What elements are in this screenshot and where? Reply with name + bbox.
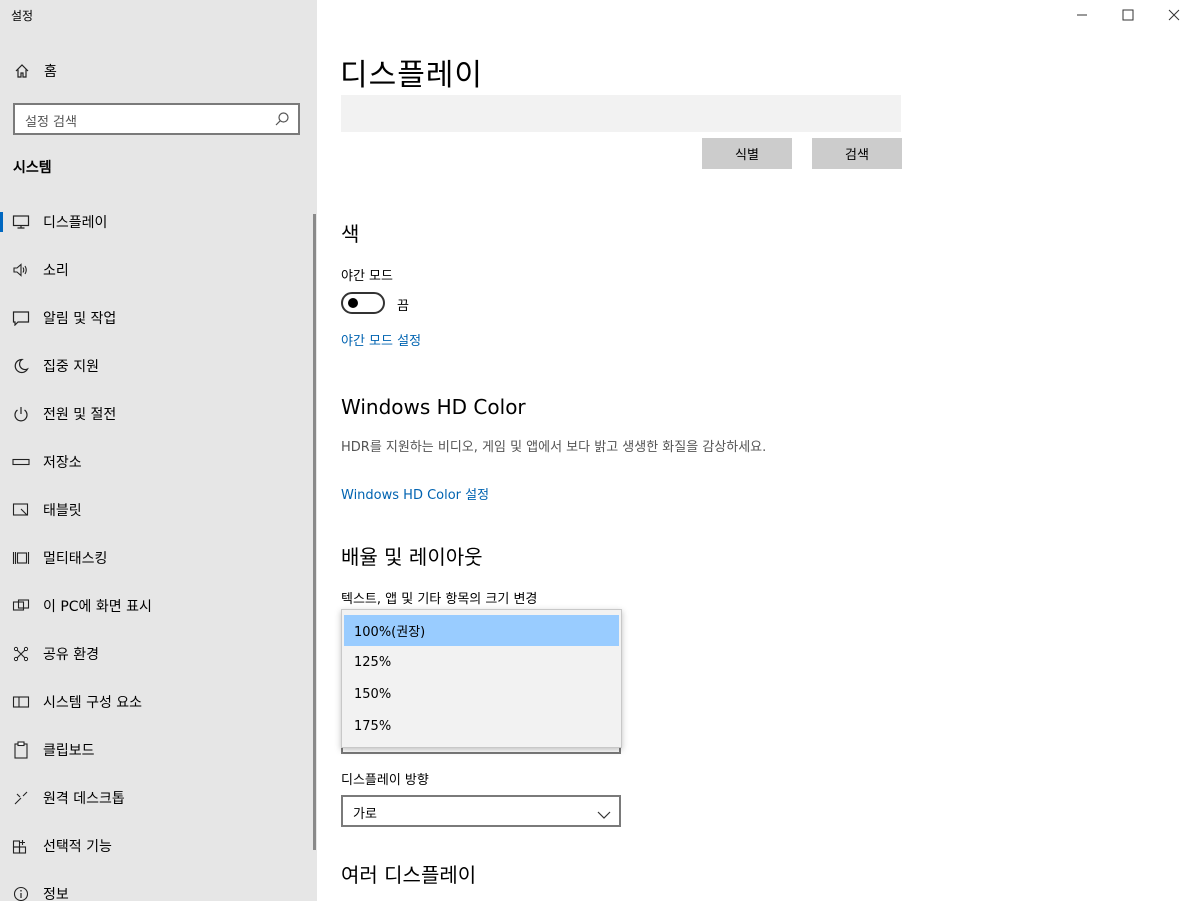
info-icon xyxy=(11,884,31,901)
night-light-state: 끔 xyxy=(397,299,409,314)
sidebar-item-label: 저장소 xyxy=(43,455,82,471)
home-label: 홈 xyxy=(44,64,57,80)
identify-button[interactable]: 식별 xyxy=(702,138,792,169)
search-icon[interactable] xyxy=(274,111,290,127)
orientation-label: 디스플레이 방향 xyxy=(341,773,429,788)
sidebar-item-optional-features[interactable]: 선택적 기능 xyxy=(0,824,310,868)
sidebar-item-label: 소리 xyxy=(43,263,69,279)
hdr-settings-link[interactable]: Windows HD Color 설정 xyxy=(341,484,489,503)
sidebar-item-label: 멀티태스킹 xyxy=(43,551,108,567)
sidebar-item-multitasking[interactable]: 멀티태스킹 xyxy=(0,536,310,580)
sidebar-item-label: 디스플레이 xyxy=(43,215,108,231)
display-arrangement-area xyxy=(341,95,901,132)
settings-search-input[interactable]: 설정 검색 xyxy=(13,103,300,135)
sidebar-item-label: 클립보드 xyxy=(43,743,95,759)
project-icon xyxy=(11,596,31,616)
minimize-button[interactable] xyxy=(1059,0,1105,30)
sidebar: 설정 홈 설정 검색 시스템 디스플레이 소리 알림 및 작업 집중 지원 전원… xyxy=(0,0,317,901)
sidebar-scrollbar[interactable] xyxy=(313,214,316,850)
maximize-button[interactable] xyxy=(1105,0,1151,30)
sidebar-item-clipboard[interactable]: 클립보드 xyxy=(0,728,310,772)
night-light-label: 야간 모드 xyxy=(341,269,393,284)
sidebar-item-notifications[interactable]: 알림 및 작업 xyxy=(0,296,310,340)
home-icon xyxy=(13,62,31,80)
sidebar-item-label: 집중 지원 xyxy=(43,359,99,375)
app-title: 설정 xyxy=(11,9,34,23)
chevron-down-icon xyxy=(597,805,611,819)
night-light-toggle[interactable] xyxy=(341,292,385,314)
sidebar-item-tablet[interactable]: 태블릿 xyxy=(0,488,310,532)
sidebar-item-project[interactable]: 이 PC에 화면 표시 xyxy=(0,584,310,628)
close-icon xyxy=(1168,9,1180,21)
scale-option-150[interactable]: 150% xyxy=(344,679,619,710)
sidebar-item-label: 공유 환경 xyxy=(43,647,99,663)
sidebar-item-shared-experiences[interactable]: 공유 환경 xyxy=(0,632,310,676)
tablet-icon xyxy=(11,500,31,520)
sidebar-item-power[interactable]: 전원 및 절전 xyxy=(0,392,310,436)
sidebar-item-label: 시스템 구성 요소 xyxy=(43,695,143,711)
sidebar-item-sound[interactable]: 소리 xyxy=(0,248,310,292)
scale-option-125[interactable]: 125% xyxy=(344,647,619,678)
hdr-description: HDR를 지원하는 비디오, 게임 및 앱에서 보다 밝고 생생한 화질을 감상… xyxy=(341,440,767,455)
sidebar-item-remote-desktop[interactable]: 원격 데스크톱 xyxy=(0,776,310,820)
sidebar-item-focus-assist[interactable]: 집중 지원 xyxy=(0,344,310,388)
minimize-icon xyxy=(1077,14,1087,16)
hdr-heading: Windows HD Color xyxy=(341,395,526,419)
sidebar-item-system-components[interactable]: 시스템 구성 요소 xyxy=(0,680,310,724)
sidebar-item-storage[interactable]: 저장소 xyxy=(0,440,310,484)
multitasking-icon xyxy=(11,548,31,568)
multiple-displays-heading: 여러 디스플레이 xyxy=(341,863,477,887)
clipboard-icon xyxy=(11,740,31,760)
power-icon xyxy=(11,404,31,424)
night-light-settings-link[interactable]: 야간 모드 설정 xyxy=(341,330,421,349)
maximize-icon xyxy=(1122,9,1134,21)
page-title: 디스플레이 xyxy=(340,58,483,93)
components-icon xyxy=(11,692,31,712)
sidebar-item-label: 선택적 기능 xyxy=(43,839,112,855)
moon-icon xyxy=(11,356,31,376)
monitor-icon xyxy=(11,212,31,232)
remote-desktop-icon xyxy=(11,788,31,808)
sidebar-item-label: 태블릿 xyxy=(43,503,82,519)
color-heading: 색 xyxy=(341,222,360,246)
sidebar-item-label: 알림 및 작업 xyxy=(43,311,117,327)
orientation-value: 가로 xyxy=(353,807,377,822)
sidebar-item-display[interactable]: 디스플레이 xyxy=(0,200,310,244)
storage-icon xyxy=(11,452,31,472)
close-button[interactable] xyxy=(1151,0,1188,30)
sidebar-item-label: 이 PC에 화면 표시 xyxy=(43,599,152,615)
sidebar-item-label: 전원 및 절전 xyxy=(43,407,117,423)
scale-layout-heading: 배율 및 레이아웃 xyxy=(341,545,483,569)
section-label-system: 시스템 xyxy=(13,160,52,176)
scale-option-175[interactable]: 175% xyxy=(344,711,619,742)
speaker-icon xyxy=(11,260,31,280)
sidebar-item-label: 원격 데스크톱 xyxy=(43,791,125,807)
scale-dropdown-list: 100%(권장) 125% 150% 175% xyxy=(341,609,622,748)
toggle-knob xyxy=(348,298,358,308)
detect-button[interactable]: 검색 xyxy=(812,138,902,169)
share-icon xyxy=(11,644,31,664)
optional-features-icon xyxy=(11,836,31,856)
sidebar-item-about[interactable]: 정보 xyxy=(0,872,310,901)
scale-option-100[interactable]: 100%(권장) xyxy=(344,615,619,646)
sidebar-item-label: 정보 xyxy=(43,887,69,901)
home-nav[interactable]: 홈 xyxy=(13,61,57,81)
text-size-label: 텍스트, 앱 및 기타 항목의 크기 변경 xyxy=(341,592,538,607)
orientation-select[interactable]: 가로 xyxy=(341,795,621,827)
search-placeholder: 설정 검색 xyxy=(25,115,77,130)
notification-icon xyxy=(11,308,31,328)
